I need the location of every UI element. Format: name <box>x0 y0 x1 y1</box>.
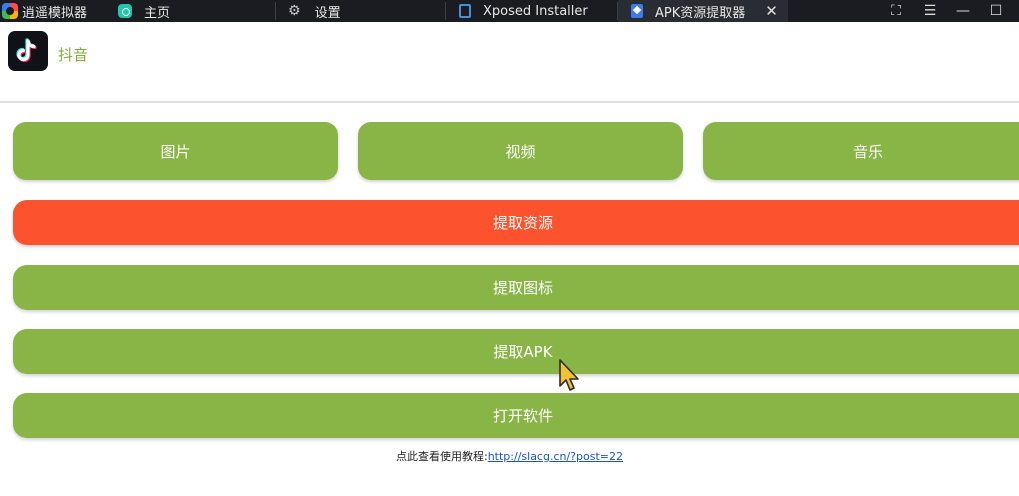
mouse-cursor-icon <box>559 359 579 391</box>
tab-apk-extractor[interactable]: APK资源提取器 ✕ <box>618 0 788 22</box>
emulator-logo-icon <box>2 3 18 19</box>
fullscreen-icon[interactable]: ⛶ <box>884 0 908 22</box>
tab-separator <box>275 2 276 20</box>
app-name-label: 抖音 <box>58 46 89 64</box>
tab-settings-label: 设置 <box>314 5 341 21</box>
tab-home-label: 主页 <box>144 5 171 21</box>
tutorial-footer: 点此查看使用教程:http://slacg.cn/?post=22 <box>0 448 1019 464</box>
xposed-icon <box>459 4 471 18</box>
tab-xposed-label: Xposed Installer <box>483 3 588 19</box>
extract-icon-button[interactable]: 提取图标 <box>13 265 1019 310</box>
tab-home[interactable]: 主页 <box>118 0 170 22</box>
apk-icon <box>631 4 643 18</box>
extract-resources-button[interactable]: 提取资源 <box>13 200 1019 245</box>
tab-apk-label: APK资源提取器 <box>655 5 746 21</box>
tab-separator <box>445 2 446 20</box>
minimize-icon[interactable]: — <box>951 0 975 22</box>
images-button[interactable]: 图片 <box>13 122 338 180</box>
emulator-app-name: 逍遥模拟器 <box>22 5 88 21</box>
videos-button[interactable]: 视频 <box>358 122 683 180</box>
tutorial-link[interactable]: http://slacg.cn/?post=22 <box>488 450 623 463</box>
emulator-titlebar: 逍遥模拟器 主页 ⚙ 设置 Xposed Installer APK资源提取器 … <box>0 0 1019 22</box>
header-divider <box>0 101 1019 103</box>
home-icon <box>118 4 132 18</box>
app-header <box>0 22 1019 102</box>
tiktok-icon <box>8 31 48 71</box>
gear-icon: ⚙ <box>288 3 301 19</box>
menu-icon[interactable]: ☰ <box>918 0 942 22</box>
open-app-button[interactable]: 打开软件 <box>13 393 1019 438</box>
tab-settings[interactable]: ⚙ 设置 <box>288 0 341 22</box>
emulator-app-title: 逍遥模拟器 <box>0 0 87 22</box>
music-button[interactable]: 音乐 <box>703 122 1019 180</box>
maximize-icon[interactable]: ☐ <box>984 0 1008 22</box>
tab-xposed-installer[interactable]: Xposed Installer <box>459 0 588 22</box>
extract-apk-button[interactable]: 提取APK <box>13 329 1019 374</box>
tutorial-prefix: 点此查看使用教程: <box>395 450 488 463</box>
close-tab-icon[interactable]: ✕ <box>765 2 778 20</box>
